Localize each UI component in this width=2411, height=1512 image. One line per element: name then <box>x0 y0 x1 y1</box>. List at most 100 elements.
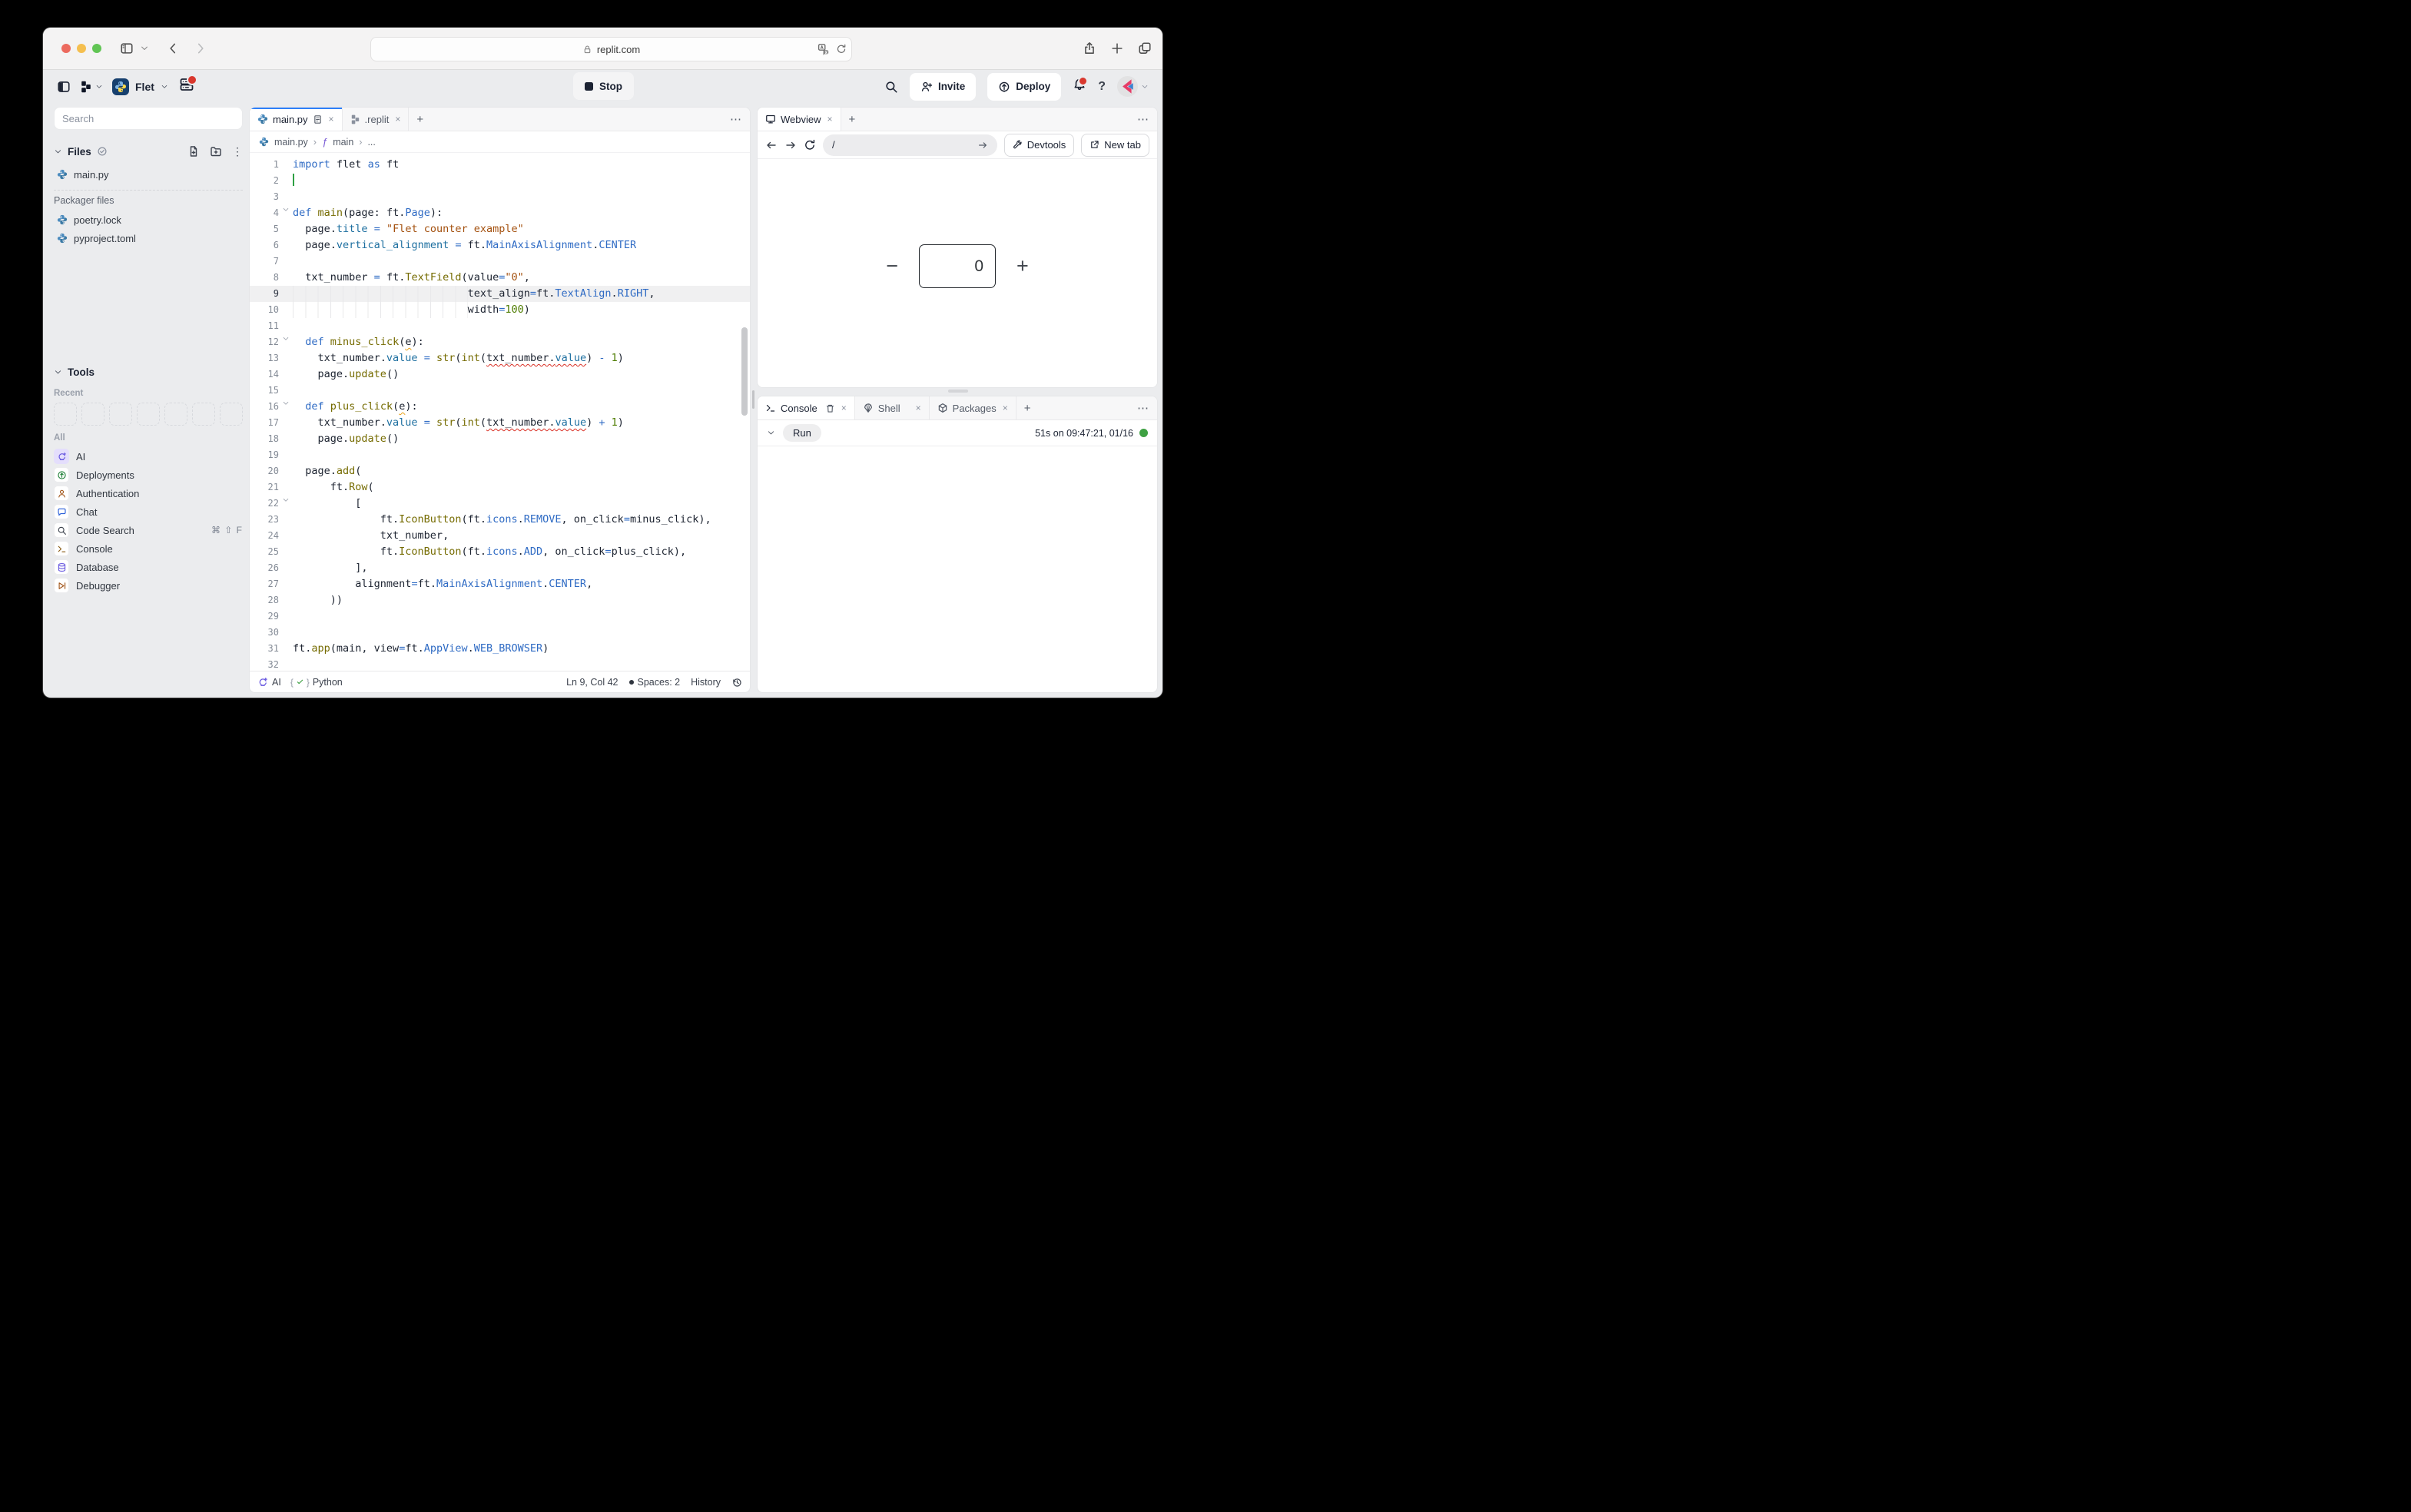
code-line[interactable]: 12 def minus_click(e): <box>250 334 750 350</box>
column-resize-handle[interactable] <box>752 390 754 409</box>
invite-button[interactable]: Invite <box>910 73 976 101</box>
tab-overview-icon[interactable] <box>1138 41 1152 55</box>
chevron-down-icon[interactable] <box>140 41 149 55</box>
code-line[interactable]: 8 txt_number = ft.TextField(value="0", <box>250 270 750 286</box>
code-line[interactable]: 26 ], <box>250 560 750 576</box>
close-tab-icon[interactable]: × <box>329 114 334 124</box>
stop-button[interactable]: Stop <box>573 72 634 100</box>
address-bar[interactable]: replit.com <box>370 37 852 61</box>
sidebar-item-database[interactable]: Database <box>54 558 243 576</box>
file-item-poetry-lock[interactable]: poetry.lock <box>54 211 243 229</box>
devtools-button[interactable]: Devtools <box>1004 134 1075 157</box>
editor-scrollbar[interactable] <box>741 327 748 416</box>
code-line[interactable]: 32 <box>250 657 750 671</box>
new-tab-icon[interactable] <box>1110 41 1124 55</box>
close-tab-icon[interactable]: × <box>916 403 921 413</box>
fold-chevron-icon[interactable] <box>282 400 290 407</box>
tab-main-py[interactable]: main.py × <box>250 108 343 131</box>
history-button[interactable]: History <box>691 677 721 688</box>
safari-sidebar-icon[interactable] <box>120 41 134 55</box>
code-line[interactable]: 30 <box>250 625 750 641</box>
webview-url-input[interactable]: / <box>823 134 997 156</box>
breadcrumb[interactable]: main.py › ƒ main › ... <box>250 131 750 153</box>
counter-minus-button[interactable]: − <box>886 254 898 278</box>
tab-console[interactable]: Console × <box>758 396 855 419</box>
code-line[interactable]: 24 txt_number, <box>250 528 750 544</box>
search-icon[interactable] <box>884 80 898 94</box>
tools-section-header[interactable]: Tools <box>54 363 243 381</box>
code-line[interactable]: 13 txt_number.value = str(int(txt_number… <box>250 350 750 366</box>
sidebar-item-chat[interactable]: Chat <box>54 502 243 521</box>
code-line[interactable]: 31ft.app(main, view=ft.AppView.WEB_BROWS… <box>250 641 750 657</box>
go-arrow-icon[interactable] <box>977 140 988 151</box>
code-line[interactable]: 25 ft.IconButton(ft.icons.ADD, on_click=… <box>250 544 750 560</box>
fold-chevron-icon[interactable] <box>282 335 290 343</box>
back-icon[interactable] <box>166 41 180 55</box>
file-item-pyproject-toml[interactable]: pyproject.toml <box>54 229 243 247</box>
sidebar-item-debugger[interactable]: Debugger <box>54 576 243 595</box>
webview-reload-icon[interactable] <box>804 139 816 151</box>
cursor-position[interactable]: Ln 9, Col 42 <box>566 677 618 688</box>
new-folder-icon[interactable] <box>210 145 222 158</box>
run-label[interactable]: Run <box>783 424 821 442</box>
code-line[interactable]: 23 ft.IconButton(ft.icons.REMOVE, on_cli… <box>250 512 750 528</box>
editor-tab-menu-icon[interactable]: ⋯ <box>730 108 742 131</box>
code-line[interactable]: 5 page.title = "Flet counter example" <box>250 221 750 237</box>
close-tab-icon[interactable]: × <box>1003 403 1008 413</box>
code-line[interactable]: 18 page.update() <box>250 431 750 447</box>
history-icon[interactable] <box>731 677 742 688</box>
deploy-button[interactable]: Deploy <box>987 73 1061 101</box>
translate-icon[interactable] <box>817 43 830 55</box>
code-area[interactable]: 1import flet as ft234def main(page: ft.P… <box>250 152 750 671</box>
tab-shell[interactable]: Shell × <box>855 396 930 419</box>
sidebar-item-console[interactable]: Console <box>54 539 243 558</box>
row-resize-handle[interactable] <box>948 390 968 393</box>
search-input[interactable]: Search <box>54 107 243 130</box>
counter-plus-button[interactable]: + <box>1016 254 1029 278</box>
files-menu-icon[interactable]: ⋮ <box>232 145 243 158</box>
trash-icon[interactable] <box>825 403 835 413</box>
code-line[interactable]: 4def main(page: ft.Page): <box>250 205 750 221</box>
code-line[interactable]: 3 <box>250 189 750 205</box>
webview-menu-icon[interactable]: ⋯ <box>1137 108 1149 131</box>
code-line[interactable]: 1import flet as ft <box>250 157 750 173</box>
new-webview-tab-icon[interactable]: + <box>841 108 864 131</box>
share-icon[interactable] <box>1083 41 1096 55</box>
code-line[interactable]: 22 [ <box>250 496 750 512</box>
close-window-button[interactable] <box>61 44 71 53</box>
code-line[interactable]: 7 <box>250 254 750 270</box>
status-queue-button[interactable] <box>179 77 194 96</box>
sidebar-item-authentication[interactable]: Authentication <box>54 484 243 502</box>
file-item-main-py[interactable]: main.py <box>54 165 243 184</box>
toggle-sidebar-icon[interactable] <box>57 80 71 94</box>
code-line[interactable]: 14 page.update() <box>250 366 750 383</box>
replit-home-button[interactable] <box>80 81 103 93</box>
webview-forward-icon[interactable] <box>784 139 797 151</box>
code-line[interactable]: 10 width=100) <box>250 302 750 318</box>
new-editor-tab-icon[interactable]: + <box>409 108 431 131</box>
code-line[interactable]: 20 page.add( <box>250 463 750 479</box>
new-file-icon[interactable] <box>187 145 200 158</box>
open-new-tab-button[interactable]: New tab <box>1081 134 1149 157</box>
language-status[interactable]: { } Python <box>290 677 343 688</box>
project-menu[interactable]: Flet <box>112 78 168 95</box>
traffic-lights[interactable] <box>61 44 101 53</box>
files-section-header[interactable]: Files ⋮ <box>54 142 243 161</box>
code-line[interactable]: 29 <box>250 608 750 625</box>
close-tab-icon[interactable]: × <box>841 403 847 413</box>
help-button[interactable]: ? <box>1098 80 1106 94</box>
zoom-window-button[interactable] <box>92 44 101 53</box>
fold-chevron-icon[interactable] <box>282 496 290 504</box>
code-line[interactable]: 19 <box>250 447 750 463</box>
code-line[interactable]: 9 text_align=ft.TextAlign.RIGHT, <box>250 286 750 302</box>
minimize-window-button[interactable] <box>77 44 86 53</box>
account-menu[interactable] <box>1117 76 1149 97</box>
sidebar-item-code-search[interactable]: Code Search⌘ ⇧ F <box>54 521 243 539</box>
close-tab-icon[interactable]: × <box>395 114 400 124</box>
ai-status[interactable]: AI <box>257 677 281 688</box>
code-line[interactable]: 21 ft.Row( <box>250 479 750 496</box>
reload-icon[interactable] <box>836 44 847 55</box>
chevron-down-icon[interactable] <box>767 429 775 437</box>
counter-textfield[interactable]: 0 <box>919 244 996 288</box>
code-line[interactable]: 16 def plus_click(e): <box>250 399 750 415</box>
